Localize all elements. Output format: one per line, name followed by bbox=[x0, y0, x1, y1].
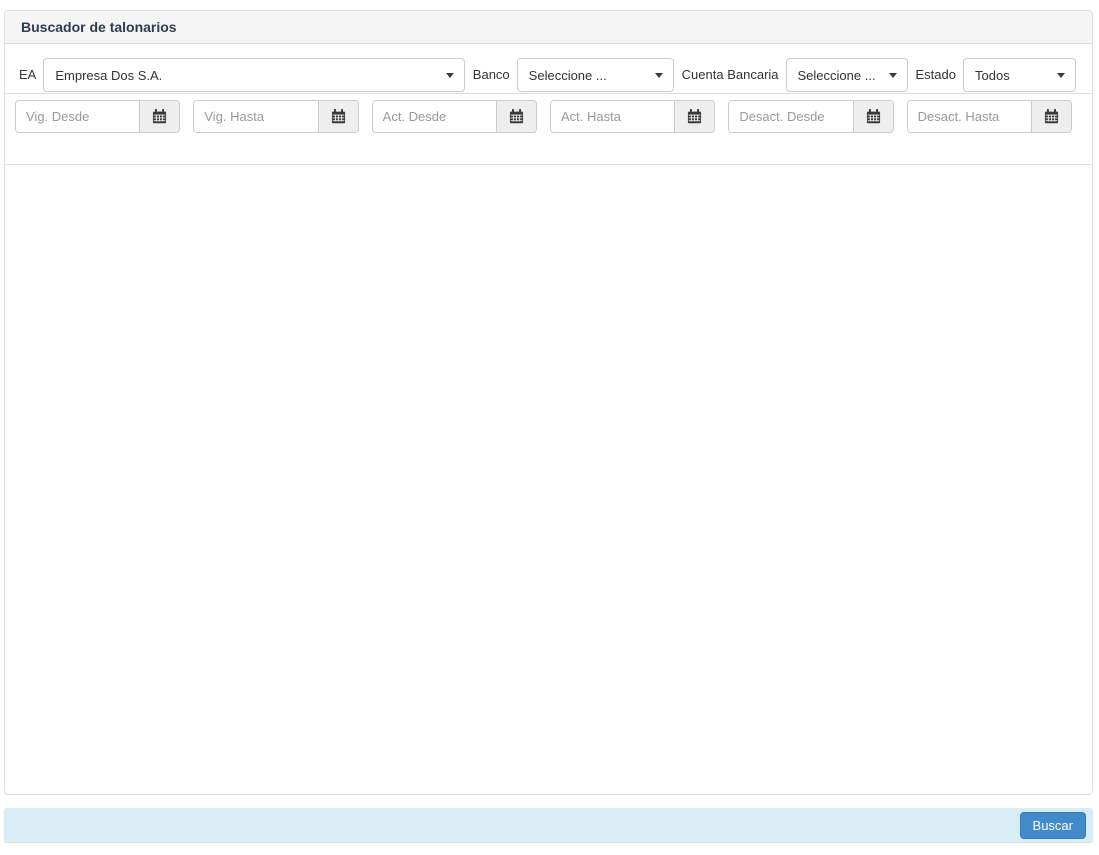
talonarios-search-panel: Buscador de talonarios EA Empresa Dos S.… bbox=[4, 10, 1093, 795]
banco-select-value: Seleccione ... bbox=[528, 67, 607, 83]
results-area bbox=[5, 165, 1092, 794]
desact-hasta-calendar-button[interactable] bbox=[1030, 101, 1071, 132]
panel-heading: Buscador de talonarios bbox=[5, 11, 1092, 44]
estado-select-value: Todos bbox=[975, 67, 1010, 83]
calendar-icon bbox=[153, 109, 167, 124]
buscar-button[interactable]: Buscar bbox=[1019, 811, 1086, 839]
cuenta-bancaria-label: Cuenta Bancaria bbox=[681, 67, 779, 82]
act-desde-input[interactable] bbox=[372, 101, 496, 132]
act-hasta-group bbox=[549, 100, 716, 133]
chevron-down-icon bbox=[1057, 73, 1065, 78]
date-filters-row bbox=[5, 94, 1092, 165]
act-desde-group bbox=[371, 100, 537, 133]
banco-label: Banco bbox=[472, 67, 510, 82]
desact-desde-group bbox=[728, 100, 894, 133]
ea-label: EA bbox=[19, 67, 37, 82]
vig-hasta-calendar-button[interactable] bbox=[317, 101, 358, 132]
page-title: Buscador de talonarios bbox=[21, 19, 177, 35]
vig-desde-input[interactable] bbox=[16, 101, 140, 132]
footer-bar: Buscar bbox=[4, 808, 1093, 842]
calendar-icon bbox=[509, 109, 524, 124]
calendar-icon bbox=[331, 109, 345, 124]
chevron-down-icon bbox=[888, 73, 897, 78]
desact-desde-calendar-button[interactable] bbox=[852, 101, 893, 132]
chevron-down-icon bbox=[654, 73, 663, 78]
estado-select[interactable]: Todos bbox=[963, 58, 1076, 92]
estado-label: Estado bbox=[915, 67, 956, 82]
vig-hasta-group bbox=[193, 100, 359, 133]
act-hasta-input[interactable] bbox=[550, 101, 675, 132]
vig-desde-group bbox=[15, 100, 181, 133]
banco-select[interactable]: Seleccione ... bbox=[516, 58, 674, 92]
cuenta-bancaria-select[interactable]: Seleccione ... bbox=[785, 58, 908, 92]
desact-desde-input[interactable] bbox=[729, 101, 853, 132]
vig-desde-calendar-button[interactable] bbox=[139, 101, 180, 132]
vig-hasta-input[interactable] bbox=[194, 101, 318, 132]
cuenta-bancaria-select-value: Seleccione ... bbox=[797, 67, 876, 83]
calendar-icon bbox=[688, 109, 702, 124]
ea-select-value: Empresa Dos S.A. bbox=[55, 67, 163, 83]
chevron-down-icon bbox=[445, 73, 454, 78]
calendar-icon bbox=[1044, 109, 1059, 124]
desact-hasta-group bbox=[906, 100, 1072, 133]
calendar-icon bbox=[866, 109, 880, 124]
select-filters-row: EA Empresa Dos S.A. Banco Seleccione ...… bbox=[5, 44, 1092, 94]
desact-hasta-input[interactable] bbox=[907, 101, 1031, 132]
act-desde-calendar-button[interactable] bbox=[495, 101, 536, 132]
ea-select[interactable]: Empresa Dos S.A. bbox=[43, 58, 465, 92]
act-hasta-calendar-button[interactable] bbox=[674, 101, 715, 132]
